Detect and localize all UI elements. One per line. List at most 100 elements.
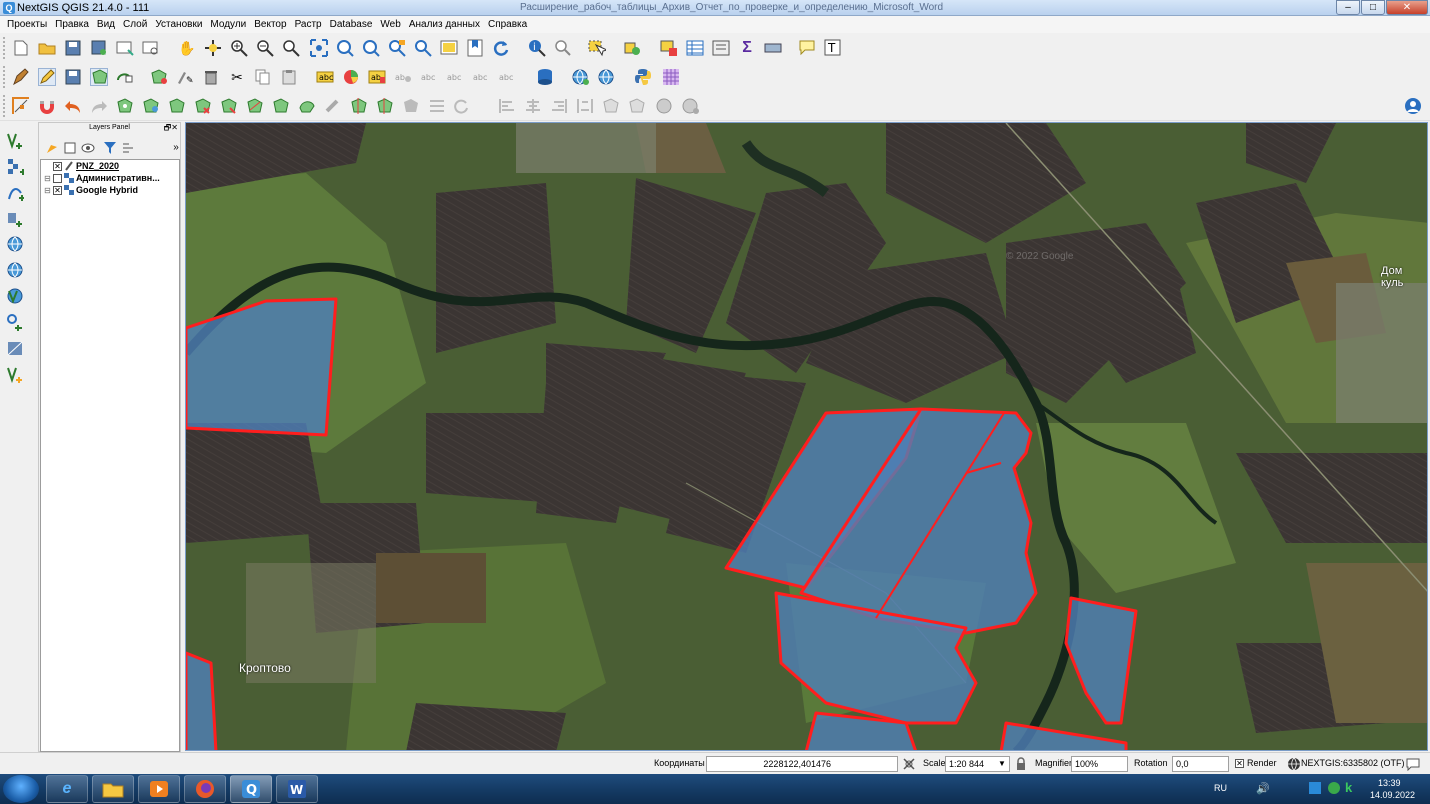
menu-data-analysis[interactable]: Анализ данных bbox=[405, 16, 484, 33]
cut-features-icon[interactable]: ✂ bbox=[228, 68, 246, 86]
layer-row-pnz[interactable]: ✕ PNZ_2020 bbox=[41, 160, 179, 172]
delete-selected-icon[interactable] bbox=[202, 68, 220, 86]
offset-curve-icon[interactable] bbox=[272, 97, 290, 115]
database-icon[interactable] bbox=[536, 68, 554, 86]
clock-date[interactable]: 14.09.2022 bbox=[1370, 790, 1415, 800]
digitize-shape-icon[interactable] bbox=[116, 68, 134, 86]
zoom-out-icon[interactable] bbox=[256, 39, 274, 57]
change-label-icon[interactable]: abc bbox=[498, 68, 516, 86]
media-player-taskbar-icon[interactable] bbox=[138, 775, 180, 803]
move-label-icon[interactable]: abc bbox=[446, 68, 464, 86]
delete-part-icon[interactable] bbox=[220, 97, 238, 115]
zoom-native-icon[interactable] bbox=[388, 39, 406, 57]
add-wfs-layer-icon[interactable] bbox=[598, 68, 616, 86]
deselect-features-icon[interactable] bbox=[660, 39, 678, 57]
paste-features-icon[interactable] bbox=[280, 68, 298, 86]
word-taskbar-icon[interactable]: W bbox=[276, 775, 318, 803]
diagram-icon[interactable] bbox=[342, 68, 360, 86]
manage-visibility-icon[interactable] bbox=[81, 139, 99, 157]
merge-attributes-icon[interactable] bbox=[428, 97, 446, 115]
menu-plugins[interactable]: Модули bbox=[206, 16, 250, 33]
add-wms-icon[interactable] bbox=[6, 236, 24, 254]
menu-database[interactable]: Database bbox=[326, 16, 377, 33]
add-spatialite-icon[interactable] bbox=[6, 210, 24, 228]
close-button[interactable]: ✕ bbox=[1386, 0, 1428, 15]
lock-scale-icon[interactable] bbox=[1012, 755, 1030, 773]
save-edits-icon[interactable] bbox=[64, 68, 82, 86]
messages-icon[interactable] bbox=[1404, 755, 1422, 773]
pan-to-selection-icon[interactable] bbox=[204, 39, 222, 57]
menu-projects[interactable]: Проекты bbox=[3, 16, 51, 33]
magnifier-field[interactable]: 100% bbox=[1071, 756, 1128, 772]
expand-collapse-icon[interactable] bbox=[121, 139, 139, 157]
menu-edit[interactable]: Правка bbox=[51, 16, 93, 33]
add-virtual-layer-icon[interactable] bbox=[6, 314, 24, 332]
georef-icon[interactable] bbox=[656, 97, 674, 115]
language-indicator[interactable]: RU bbox=[1214, 783, 1227, 793]
statistics-sigma-icon[interactable]: Σ bbox=[738, 39, 756, 57]
layer-row-google-hybrid[interactable]: ⊟ ✕ Google Hybrid bbox=[41, 184, 179, 196]
add-raster-layer-icon[interactable] bbox=[6, 158, 24, 176]
layer-visibility-checkbox[interactable] bbox=[53, 173, 62, 183]
show-hide-labels-icon[interactable]: abc bbox=[420, 68, 438, 86]
select-by-value-icon[interactable] bbox=[624, 39, 642, 57]
firefox-taskbar-icon[interactable] bbox=[184, 775, 226, 803]
user-account-icon[interactable] bbox=[1404, 97, 1422, 115]
attribute-table-icon[interactable] bbox=[686, 39, 704, 57]
refresh-icon[interactable] bbox=[492, 39, 510, 57]
layer-expand-toggle[interactable]: ⊟ bbox=[44, 186, 51, 195]
measure-line-icon[interactable] bbox=[764, 39, 782, 57]
new-map-view-icon[interactable] bbox=[440, 39, 458, 57]
save-project-icon[interactable] bbox=[64, 39, 82, 57]
layout-manager-icon[interactable] bbox=[142, 39, 160, 57]
zoom-to-selection-icon[interactable] bbox=[336, 39, 354, 57]
python-console-icon[interactable] bbox=[634, 68, 652, 86]
clock-time[interactable]: 13:39 bbox=[1378, 778, 1401, 788]
simplify-feature-icon[interactable] bbox=[298, 97, 316, 115]
rotation-field[interactable]: 0,0 bbox=[1172, 756, 1229, 772]
rotate-point-symbols-icon[interactable] bbox=[454, 97, 472, 115]
pin-labels-icon[interactable]: ab bbox=[394, 68, 412, 86]
coordinate-field[interactable]: 2228122,401476 bbox=[706, 756, 898, 772]
magnet-snapping-icon[interactable] bbox=[38, 97, 56, 115]
sync-tray-icon[interactable] bbox=[1327, 781, 1341, 797]
qgis-taskbar-icon[interactable]: Q bbox=[230, 775, 272, 803]
style-manager-icon[interactable] bbox=[43, 139, 61, 157]
merge-features-icon[interactable] bbox=[402, 97, 420, 115]
move-feature-grey-icon[interactable] bbox=[628, 97, 646, 115]
processing-grid-icon[interactable] bbox=[662, 68, 680, 86]
undo-icon[interactable] bbox=[64, 97, 82, 115]
add-group-icon[interactable] bbox=[61, 139, 79, 157]
close-panel-button[interactable]: ✕ bbox=[171, 123, 178, 132]
modify-attributes-icon[interactable]: ✎ bbox=[176, 68, 194, 86]
zoom-last-icon[interactable] bbox=[414, 39, 432, 57]
volume-icon[interactable]: 🔊 bbox=[1256, 782, 1270, 795]
add-wfs-icon[interactable] bbox=[6, 288, 24, 306]
align-center-icon[interactable] bbox=[524, 97, 542, 115]
measure-icon[interactable] bbox=[554, 39, 572, 57]
select-features-icon[interactable] bbox=[588, 39, 606, 57]
field-calculator-icon[interactable] bbox=[712, 39, 730, 57]
add-delimited-text-icon[interactable] bbox=[6, 184, 24, 202]
labeling-icon[interactable]: abc bbox=[316, 68, 334, 86]
highlight-label-icon[interactable]: ab bbox=[368, 68, 386, 86]
zoom-to-layer-icon[interactable] bbox=[362, 39, 380, 57]
bookmark-icon[interactable] bbox=[466, 39, 484, 57]
new-layer-icon[interactable] bbox=[6, 366, 24, 384]
toggle-extents-icon[interactable] bbox=[900, 755, 918, 773]
fill-ring-icon[interactable] bbox=[168, 97, 186, 115]
menu-layer[interactable]: Слой bbox=[119, 16, 151, 33]
map-canvas[interactable]: Кроптово Дом куль © 2022 Google bbox=[185, 122, 1428, 751]
add-ring-icon[interactable] bbox=[116, 97, 134, 115]
menu-settings[interactable]: Установки bbox=[151, 16, 206, 33]
rotate-label-icon[interactable]: abc bbox=[472, 68, 490, 86]
render-checkbox[interactable]: ✕ bbox=[1235, 759, 1244, 768]
new-project-icon[interactable] bbox=[12, 39, 30, 57]
layer-visibility-checkbox[interactable]: ✕ bbox=[53, 185, 62, 195]
zoom-rubberband-icon[interactable] bbox=[282, 39, 300, 57]
minimize-button[interactable]: – bbox=[1336, 0, 1360, 15]
split-parts-icon[interactable] bbox=[376, 97, 394, 115]
rotate-feature-icon[interactable] bbox=[324, 97, 342, 115]
add-part-icon[interactable] bbox=[142, 97, 160, 115]
current-edits-icon[interactable] bbox=[12, 68, 30, 86]
